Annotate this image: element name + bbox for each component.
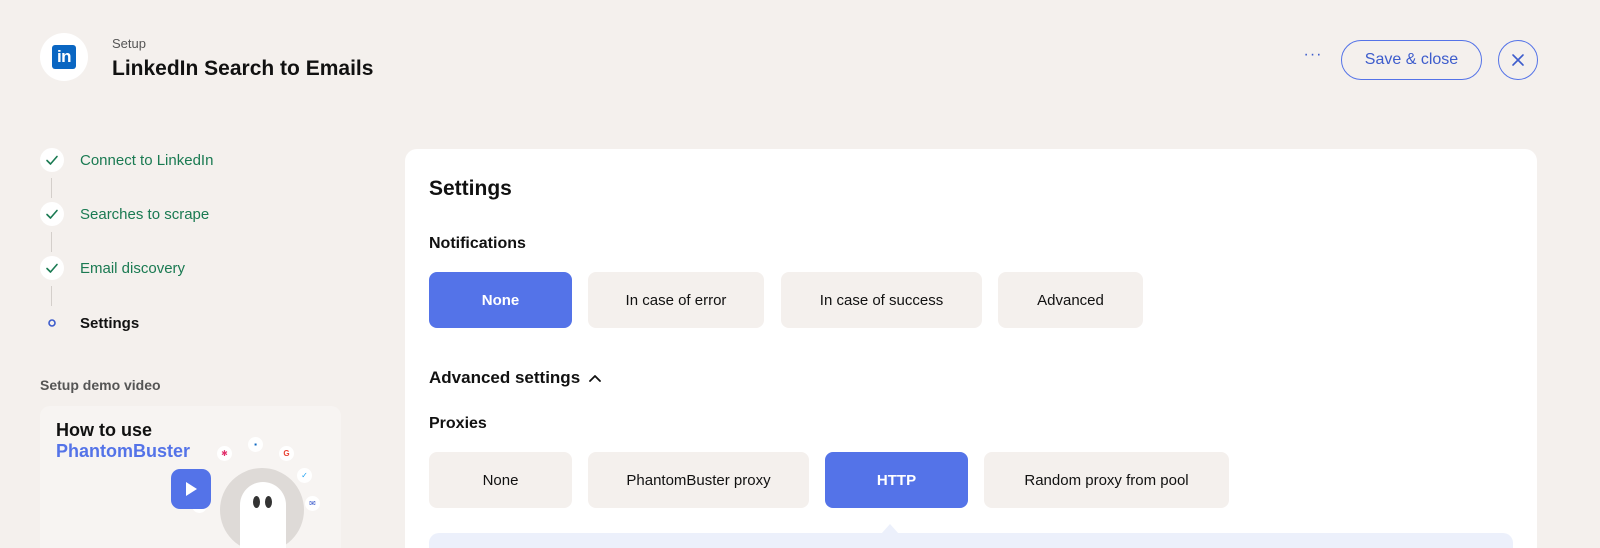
page-title: LinkedIn Search to Emails: [112, 57, 374, 80]
slack-icon: ✱: [217, 446, 232, 461]
play-button[interactable]: [171, 469, 211, 509]
advanced-settings-label: Advanced settings: [429, 368, 581, 387]
step-settings[interactable]: Settings: [40, 311, 139, 335]
linkedin-icon: in: [52, 45, 76, 69]
step-email-discovery[interactable]: Email discovery: [40, 256, 185, 280]
google-icon: G: [279, 446, 294, 461]
breadcrumb: Setup: [112, 36, 146, 51]
step-connect-linkedin[interactable]: Connect to LinkedIn: [40, 148, 213, 172]
notification-success-option[interactable]: In case of success: [781, 272, 982, 328]
linkedin-logo: in: [40, 33, 88, 81]
proxy-random-pool-option[interactable]: Random proxy from pool: [984, 452, 1229, 508]
chevron-up-icon: [589, 375, 602, 382]
proxies-label: Proxies: [429, 415, 487, 432]
proxy-info-box: [429, 533, 1513, 548]
current-step-icon: [40, 311, 64, 335]
video-heading: How to use: [56, 420, 153, 440]
ghost-eye-icon: [253, 496, 260, 508]
close-icon: [1512, 54, 1524, 66]
check-icon: [40, 256, 64, 280]
notification-error-option[interactable]: In case of error: [588, 272, 764, 328]
proxy-phantombuster-option[interactable]: PhantomBuster proxy: [588, 452, 809, 508]
save-close-button[interactable]: Save & close: [1341, 40, 1482, 80]
notifications-label: Notifications: [429, 235, 526, 252]
step-searches-to-scrape[interactable]: Searches to scrape: [40, 202, 209, 226]
video-brand: PhantomBuster: [56, 441, 191, 461]
mail-icon: ✉: [305, 496, 320, 511]
ghost-eye-icon: [265, 496, 272, 508]
play-icon: [186, 482, 197, 496]
step-label: Searches to scrape: [80, 205, 210, 223]
check-icon: [40, 148, 64, 172]
proxy-none-option[interactable]: None: [429, 452, 572, 508]
step-label: Connect to LinkedIn: [80, 151, 214, 169]
proxy-http-option[interactable]: HTTP: [825, 452, 968, 508]
linkedin-mini-icon: ▪: [248, 437, 263, 452]
settings-title: Settings: [429, 177, 512, 200]
ghost-mascot-icon: [240, 482, 286, 548]
demo-video-card[interactable]: How to use PhantomBuster ✱ ▪ G ✓ ✉ ◎: [40, 406, 341, 548]
advanced-settings-toggle[interactable]: Advanced settings: [429, 366, 602, 390]
step-connector: [51, 286, 52, 306]
step-connector: [51, 232, 52, 252]
step-label: Settings: [80, 314, 140, 332]
more-options-button[interactable]: ···: [1301, 47, 1325, 68]
close-button[interactable]: [1498, 40, 1538, 80]
notification-advanced-option[interactable]: Advanced: [998, 272, 1143, 328]
check-icon: [40, 202, 64, 226]
step-connector: [51, 178, 52, 198]
demo-video-title: Setup demo video: [40, 377, 161, 393]
twitter-icon: ✓: [297, 468, 312, 483]
settings-panel: Settings Notifications None In case of e…: [405, 149, 1537, 548]
step-label: Email discovery: [80, 259, 186, 277]
notification-none-option[interactable]: None: [429, 272, 572, 328]
